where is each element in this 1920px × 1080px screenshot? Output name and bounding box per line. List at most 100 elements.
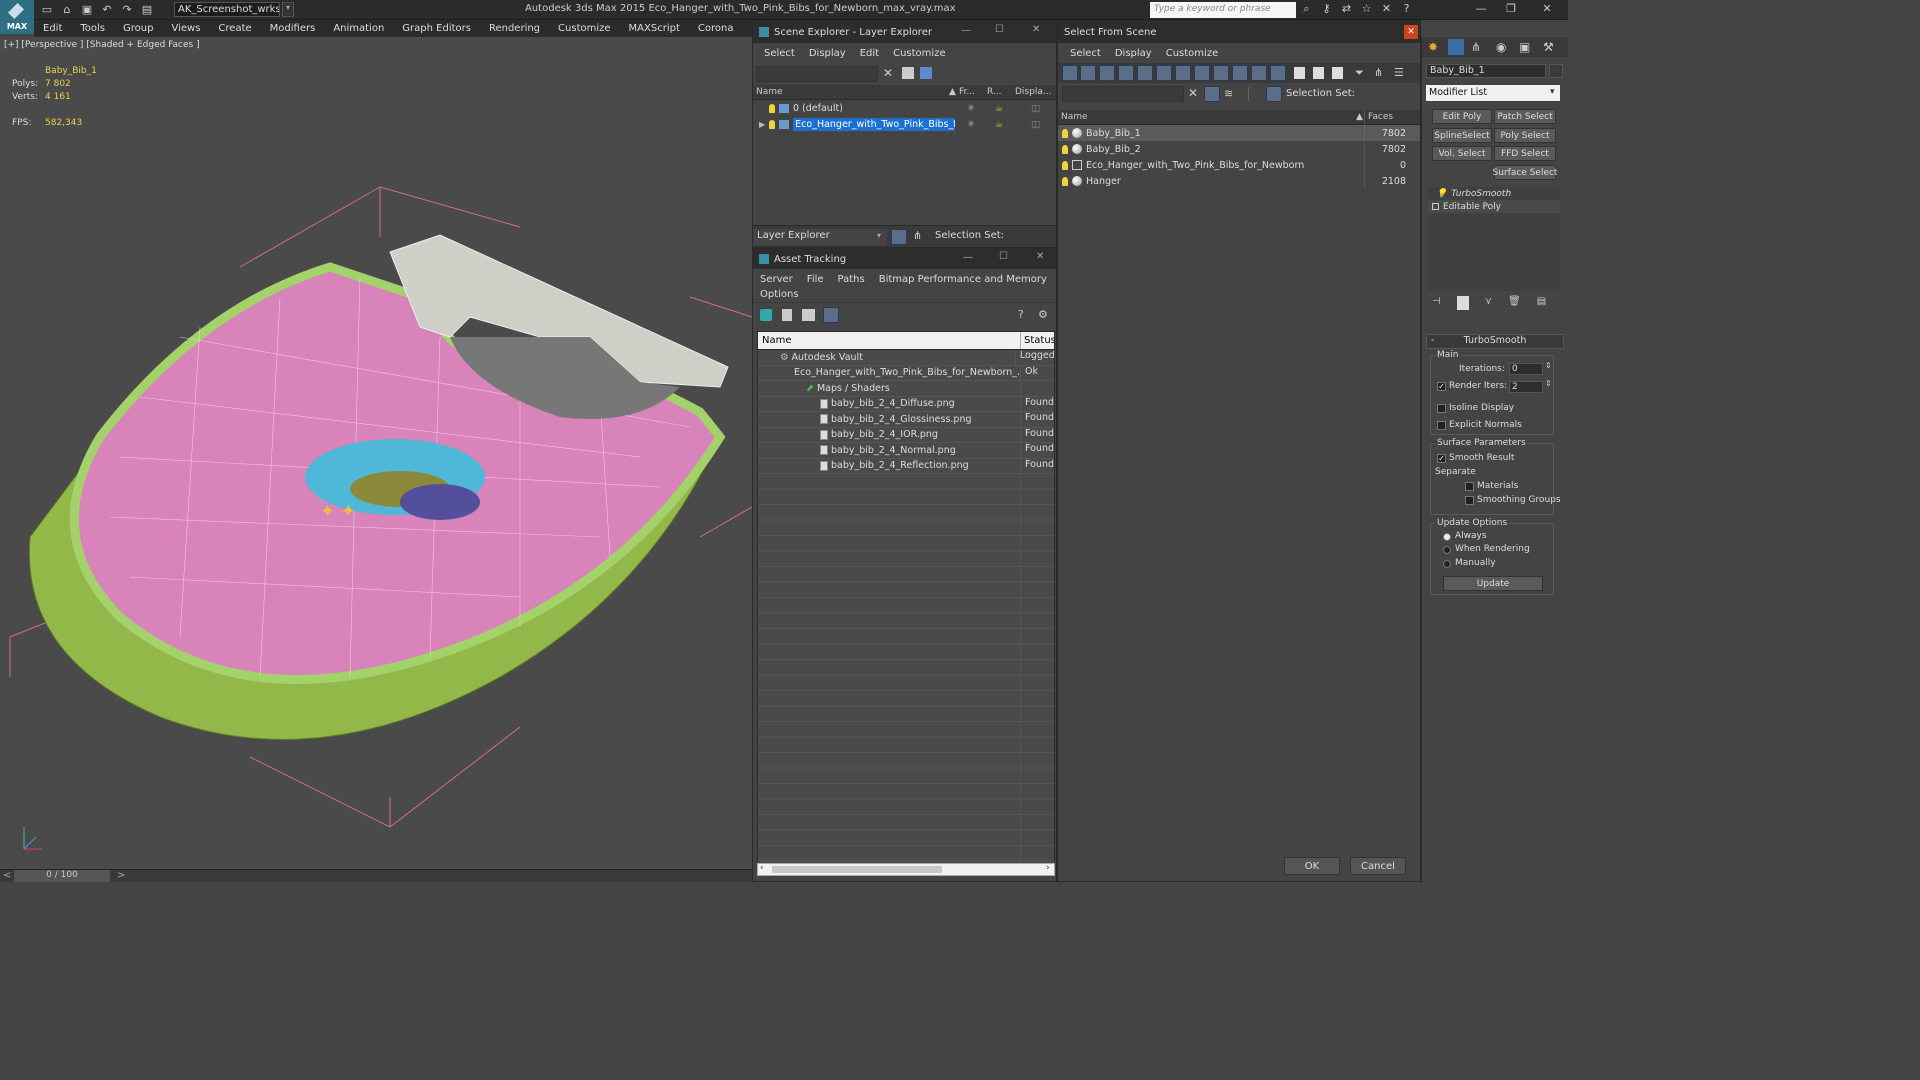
spinner-arrows-icon[interactable]: ⇕ bbox=[1545, 361, 1552, 370]
filter-icon[interactable] bbox=[902, 67, 914, 79]
display-groups-icon[interactable] bbox=[1175, 65, 1191, 81]
iterations-spinner[interactable]: 0 bbox=[1509, 363, 1543, 375]
scroll-right-icon[interactable]: › bbox=[1046, 863, 1050, 873]
explorer-type-dropdown[interactable]: Layer Explorer bbox=[753, 229, 887, 245]
scene-menu-display[interactable]: Display bbox=[1108, 48, 1159, 59]
display-frozen-icon[interactable] bbox=[1251, 65, 1267, 81]
dropdown-arrow-icon[interactable]: ▾ bbox=[1550, 87, 1555, 97]
asset-menu-server[interactable]: Server bbox=[753, 274, 800, 285]
x-icon[interactable]: ✕ bbox=[1380, 2, 1393, 16]
time-next-icon[interactable]: > bbox=[117, 870, 125, 881]
clear-search-icon[interactable]: ✕ bbox=[1188, 86, 1198, 100]
visibility-bulb-icon[interactable] bbox=[769, 103, 775, 113]
refresh-icon[interactable] bbox=[760, 309, 772, 321]
layer-menu-edit[interactable]: Edit bbox=[853, 48, 886, 59]
options-icon[interactable]: ☰ bbox=[1394, 66, 1404, 79]
time-slider-thumb[interactable]: 0 / 100 bbox=[14, 870, 110, 882]
manually-radio[interactable] bbox=[1443, 560, 1451, 568]
time-slider[interactable]: < 0 / 100 > bbox=[0, 869, 752, 882]
modifier-list-dropdown[interactable]: Modifier List bbox=[1426, 85, 1560, 101]
visibility-bulb-icon[interactable] bbox=[1062, 128, 1068, 138]
layer-menu-customize[interactable]: Customize bbox=[886, 48, 953, 59]
table-view-icon[interactable] bbox=[823, 307, 839, 323]
display-shapes-icon[interactable] bbox=[1080, 65, 1096, 81]
render-iters-checkbox[interactable]: ✓ bbox=[1437, 382, 1446, 391]
asset-col-name[interactable]: Name bbox=[762, 335, 792, 346]
scene-object-row[interactable]: Baby_Bib_2 7802 bbox=[1058, 141, 1420, 157]
binoculars-icon[interactable]: ⌕ bbox=[1300, 2, 1313, 16]
menu-edit[interactable]: Edit bbox=[34, 23, 71, 34]
menu-views[interactable]: Views bbox=[162, 23, 209, 34]
patch-select-button[interactable]: Patch Select bbox=[1494, 109, 1556, 124]
modifier-stack[interactable]: 💡 TurboSmooth Editable Poly bbox=[1428, 187, 1560, 291]
asset-menu-paths[interactable]: Paths bbox=[831, 274, 872, 285]
motion-tab-icon[interactable]: ◉ bbox=[1496, 40, 1506, 54]
display-lights-icon[interactable] bbox=[1099, 65, 1115, 81]
help-icon[interactable]: ? bbox=[1400, 2, 1413, 16]
show-end-result-icon[interactable] bbox=[1456, 296, 1469, 310]
display-tab-icon[interactable]: ▣ bbox=[1519, 40, 1530, 54]
settings-icon[interactable]: ⚙ bbox=[1038, 308, 1048, 321]
update-button[interactable]: Update bbox=[1443, 576, 1543, 591]
filter-toggle-icon[interactable] bbox=[1204, 86, 1220, 102]
undo-icon[interactable]: ↶ bbox=[100, 3, 114, 17]
hierarchy-tab-icon[interactable]: ⋔ bbox=[1471, 40, 1481, 54]
help-icon[interactable]: ? bbox=[1018, 308, 1024, 321]
exchange-icon[interactable]: ⇄ bbox=[1340, 2, 1353, 16]
display-spacewarps-icon[interactable] bbox=[1156, 65, 1172, 81]
workspace-dropdown-arrow-icon[interactable]: ▾ bbox=[282, 2, 294, 17]
asset-tracking-titlebar[interactable]: Asset Tracking — ☐ ✕ bbox=[753, 249, 1056, 269]
select-all-icon[interactable] bbox=[1294, 67, 1305, 79]
viewport-label[interactable]: [+] [Perspective ] [Shaded + Edged Faces… bbox=[4, 40, 200, 50]
layer-tool-icon[interactable] bbox=[920, 67, 932, 79]
spline-select-button[interactable]: SplineSelect bbox=[1432, 128, 1492, 143]
freeze-icon[interactable]: ✳ bbox=[967, 119, 975, 130]
ffd-select-button[interactable]: FFD Select bbox=[1494, 146, 1556, 161]
minimize-icon[interactable]: — bbox=[1474, 2, 1488, 15]
thumbnail-view-icon[interactable] bbox=[802, 309, 815, 321]
asset-row[interactable]: ⚙ Autodesk Vault Logged bbox=[758, 350, 1054, 366]
asset-list[interactable]: Name Status ⚙ Autodesk Vault Logged Eco_Ha… bbox=[757, 331, 1055, 864]
project-folder-icon[interactable]: ▤ bbox=[140, 3, 154, 17]
open-file-icon[interactable]: ⌂ bbox=[60, 3, 74, 17]
materials-checkbox[interactable] bbox=[1465, 482, 1474, 491]
always-radio[interactable] bbox=[1443, 533, 1451, 541]
spinner-arrows-icon[interactable]: ⇕ bbox=[1545, 379, 1552, 388]
asset-horizontal-scrollbar[interactable]: ‹ › bbox=[757, 863, 1055, 876]
time-prev-icon[interactable]: < bbox=[3, 870, 11, 881]
scroll-left-icon[interactable]: ‹ bbox=[760, 863, 764, 873]
explicit-normals-checkbox[interactable] bbox=[1437, 421, 1446, 430]
display-containers-icon[interactable] bbox=[1232, 65, 1248, 81]
vol-select-button[interactable]: Vol. Select bbox=[1432, 146, 1492, 161]
layer-find-input[interactable] bbox=[756, 66, 878, 82]
layer-row[interactable]: ▶ Eco_Hanger_with_Two_Pink_Bibs_for... ✳… bbox=[753, 116, 1056, 132]
key-icon[interactable]: ⚷ bbox=[1320, 2, 1333, 16]
asset-row[interactable]: baby_bib_2_4_Normal.png Found bbox=[758, 443, 1054, 459]
select-from-scene-titlebar[interactable]: Select From Scene ✕ bbox=[1058, 21, 1420, 43]
utilities-tab-icon[interactable]: ⚒ bbox=[1543, 40, 1554, 54]
layer-row[interactable]: 0 (default) ✳ ☕ ◫ bbox=[753, 100, 1056, 116]
expand-arrow-icon[interactable]: ▶ bbox=[759, 120, 765, 129]
asset-row[interactable]: baby_bib_2_4_IOR.png Found bbox=[758, 427, 1054, 443]
display-helpers-icon[interactable] bbox=[1137, 65, 1153, 81]
display-xrefs-icon[interactable] bbox=[1194, 65, 1210, 81]
asset-col-status[interactable]: Status bbox=[1024, 335, 1054, 346]
menu-animation[interactable]: Animation bbox=[324, 23, 393, 34]
turbosmooth-rollout-header[interactable]: - TurboSmooth bbox=[1426, 334, 1564, 349]
menu-maxscript[interactable]: MAXScript bbox=[620, 23, 689, 34]
close-icon[interactable]: ✕ bbox=[1036, 251, 1044, 262]
display-cameras-icon[interactable] bbox=[1118, 65, 1134, 81]
freeze-icon[interactable]: ✳ bbox=[967, 103, 975, 114]
save-file-icon[interactable]: ▣ bbox=[80, 3, 94, 17]
close-icon[interactable]: ✕ bbox=[1032, 24, 1040, 35]
layer-explorer-titlebar[interactable]: Scene Explorer - Layer Explorer — ☐ ✕ bbox=[753, 21, 1056, 43]
menu-create[interactable]: Create bbox=[209, 23, 260, 34]
scene-object-row[interactable]: Baby_Bib_1 7802 bbox=[1058, 125, 1420, 141]
display-geometry-icon[interactable] bbox=[1062, 65, 1078, 81]
scene-menu-customize[interactable]: Customize bbox=[1159, 48, 1226, 59]
stack-item[interactable]: Editable Poly bbox=[1428, 200, 1560, 213]
create-tab-icon[interactable]: ✸ bbox=[1428, 40, 1438, 54]
menu-corona[interactable]: Corona bbox=[689, 23, 743, 34]
render-iters-spinner[interactable]: 2 bbox=[1509, 381, 1543, 393]
when-rendering-radio[interactable] bbox=[1443, 546, 1451, 554]
